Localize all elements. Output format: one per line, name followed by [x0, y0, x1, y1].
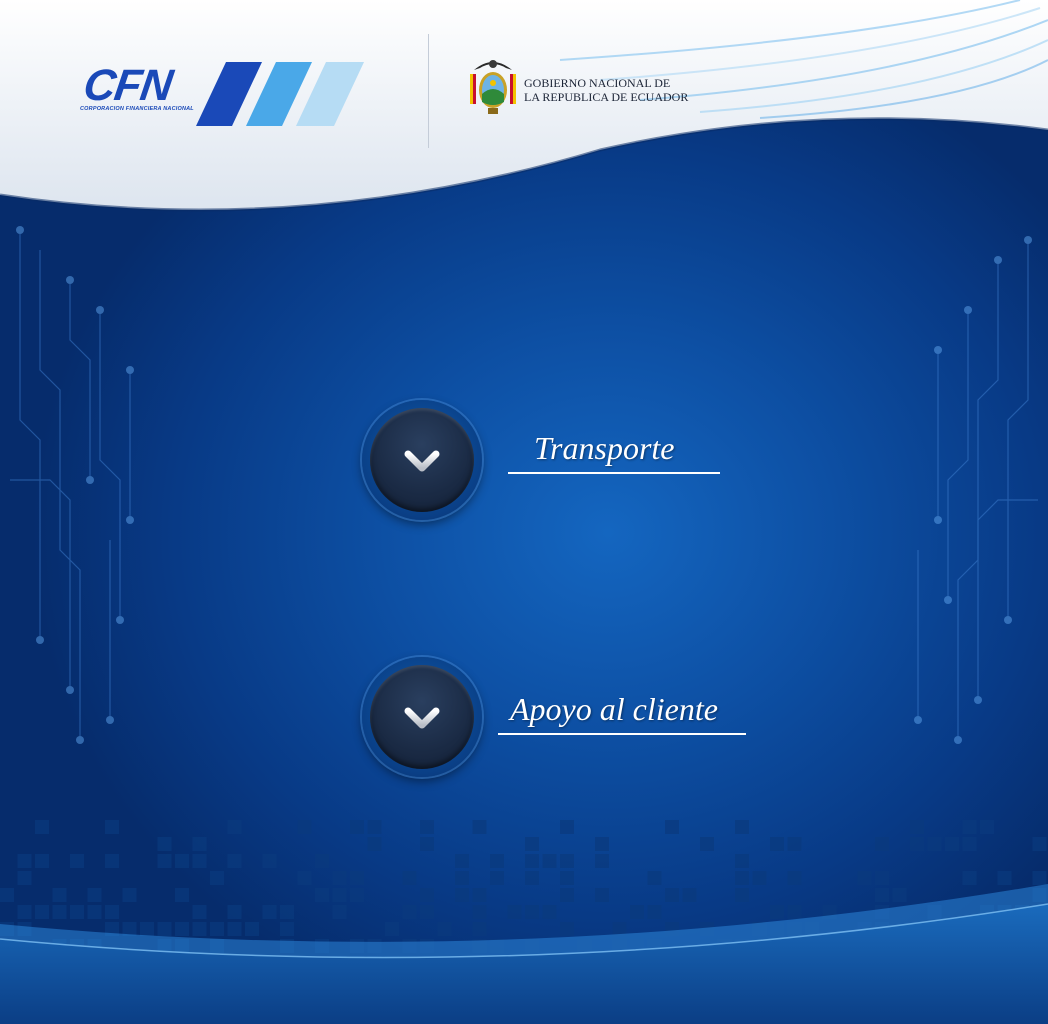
chevron-down-icon: [404, 450, 440, 472]
chevron-down-icon: [404, 707, 440, 729]
apoyo-al-cliente-expand-button[interactable]: [362, 657, 482, 777]
government-text: GOBIERNO NACIONAL DE LA REPUBLICA DE ECU…: [524, 76, 688, 104]
government-line-2: LA REPUBLICA DE ECUADOR: [524, 90, 689, 104]
circuit-decoration-right: [914, 236, 1038, 744]
circuit-decoration-left: [10, 226, 134, 744]
government-line-1: GOBIERNO NACIONAL DE: [524, 76, 671, 90]
transporte-underline: [508, 472, 720, 474]
apoyo-al-cliente-label[interactable]: Apoyo al cliente: [510, 691, 718, 728]
apoyo-al-cliente-underline: [498, 733, 746, 735]
ecuador-coat-of-arms-icon: [470, 60, 516, 114]
cfn-logo-text: CFN: [80, 61, 175, 110]
cfn-logo-subtitle: CORPORACION FINANCIERA NACIONAL: [80, 106, 194, 112]
transporte-label[interactable]: Transporte: [534, 430, 674, 467]
transporte-expand-button[interactable]: [362, 400, 482, 520]
bottom-wave-band: [0, 884, 1048, 1024]
menu-item-transporte[interactable]: Transporte: [362, 398, 722, 522]
cfn-logo: CFN CORPORACION FINANCIERA NACIONAL: [78, 60, 378, 130]
header-divider: [428, 34, 429, 148]
cfn-logo-stripes: [196, 62, 364, 126]
menu-item-apoyo-al-cliente[interactable]: Apoyo al cliente: [362, 655, 748, 779]
